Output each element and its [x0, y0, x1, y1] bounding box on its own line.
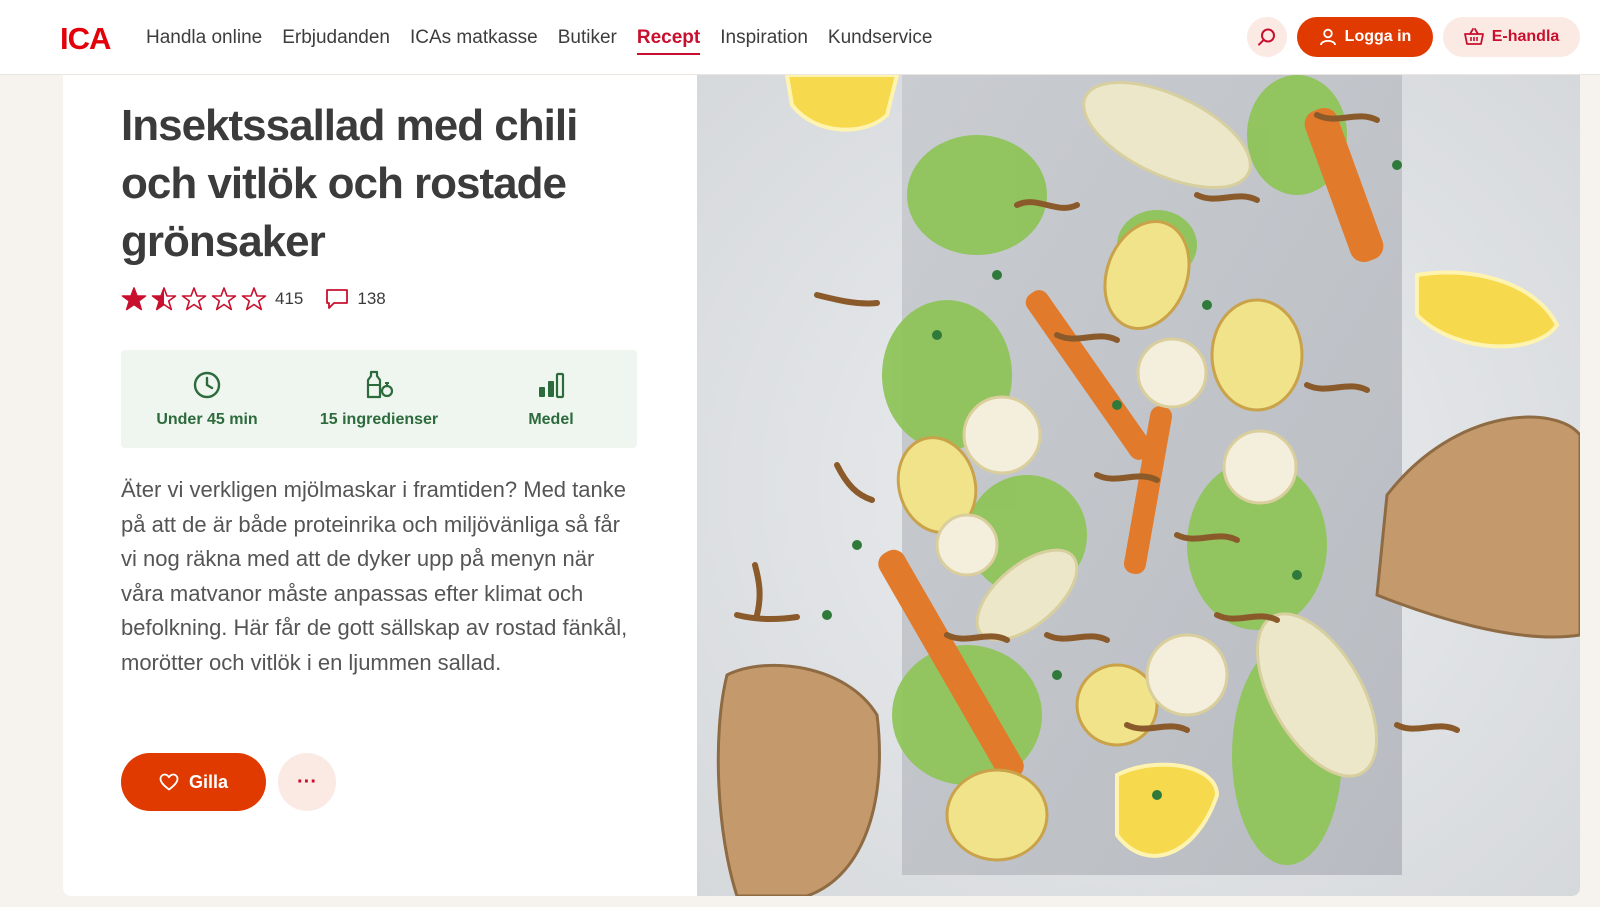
comments-link[interactable]: 138	[325, 288, 386, 310]
like-label: Gilla	[188, 771, 228, 792]
nav-item-handla-online[interactable]: Handla online	[146, 0, 262, 75]
like-button[interactable]: Gilla	[121, 753, 266, 811]
nav-item-butiker[interactable]: Butiker	[558, 0, 617, 75]
recipe-title: Insektssallad med chili och vitlök och r…	[121, 101, 578, 266]
fact-time-label: Under 45 min	[156, 411, 258, 428]
star-icon[interactable]	[181, 286, 207, 312]
login-label: Logga in	[1344, 28, 1412, 45]
comment-icon	[326, 289, 349, 309]
comments-count: 138	[357, 289, 386, 308]
clock-icon	[193, 371, 221, 399]
heart-icon	[159, 773, 179, 791]
fact-difficulty: Medel	[465, 350, 637, 448]
nav-item-erbjudanden[interactable]: Erbjudanden	[282, 0, 390, 75]
rating-row: 415 138	[121, 285, 386, 313]
recipe-description: Äter vi verkligen mjölmaskar i framtiden…	[121, 477, 628, 675]
basket-icon	[1463, 28, 1484, 45]
fact-time: Under 45 min	[121, 350, 293, 448]
fact-ingredients: 15 ingredienser	[293, 350, 465, 448]
nav-item-kundservice[interactable]: Kundservice	[828, 0, 933, 75]
svg-text:ICA: ICA	[60, 22, 111, 52]
star-icon[interactable]	[211, 286, 237, 312]
nav-item-inspiration[interactable]: Inspiration	[720, 0, 808, 75]
user-icon	[1319, 28, 1336, 46]
ehandla-label: E-handla	[1491, 28, 1560, 45]
rating-stars[interactable]	[121, 286, 267, 312]
rating-count: 415	[275, 289, 304, 308]
star-icon[interactable]	[241, 286, 267, 312]
recipe-hero-image	[697, 75, 1580, 896]
more-options-button[interactable]: ···	[278, 753, 336, 811]
recipe-facts: Under 45 min 15 ingredienser Medel	[121, 350, 637, 448]
fact-ingredients-label: 15 ingredienser	[319, 411, 439, 428]
star-icon[interactable]	[151, 286, 177, 312]
login-button[interactable]: Logga in	[1297, 17, 1433, 57]
nav-item-icas-matkasse[interactable]: ICAs matkasse	[410, 0, 538, 75]
search-button[interactable]	[1247, 17, 1287, 57]
ingredients-icon	[366, 370, 394, 399]
nav-item-recept[interactable]: Recept	[636, 0, 701, 75]
site-header: ICA Handla online Erbjudanden ICAs matka…	[0, 0, 1600, 75]
fact-difficulty-label: Medel	[528, 411, 574, 428]
recipe-card: Insektssallad med chili och vitlök och r…	[63, 75, 1580, 896]
star-icon[interactable]	[121, 286, 147, 312]
difficulty-icon	[539, 372, 565, 399]
main-nav: Handla online Erbjudanden ICAs matkasse …	[146, 0, 952, 75]
ica-logo[interactable]: ICA	[60, 22, 122, 52]
ehandla-button[interactable]: E-handla	[1443, 17, 1580, 57]
search-icon	[1258, 28, 1275, 46]
